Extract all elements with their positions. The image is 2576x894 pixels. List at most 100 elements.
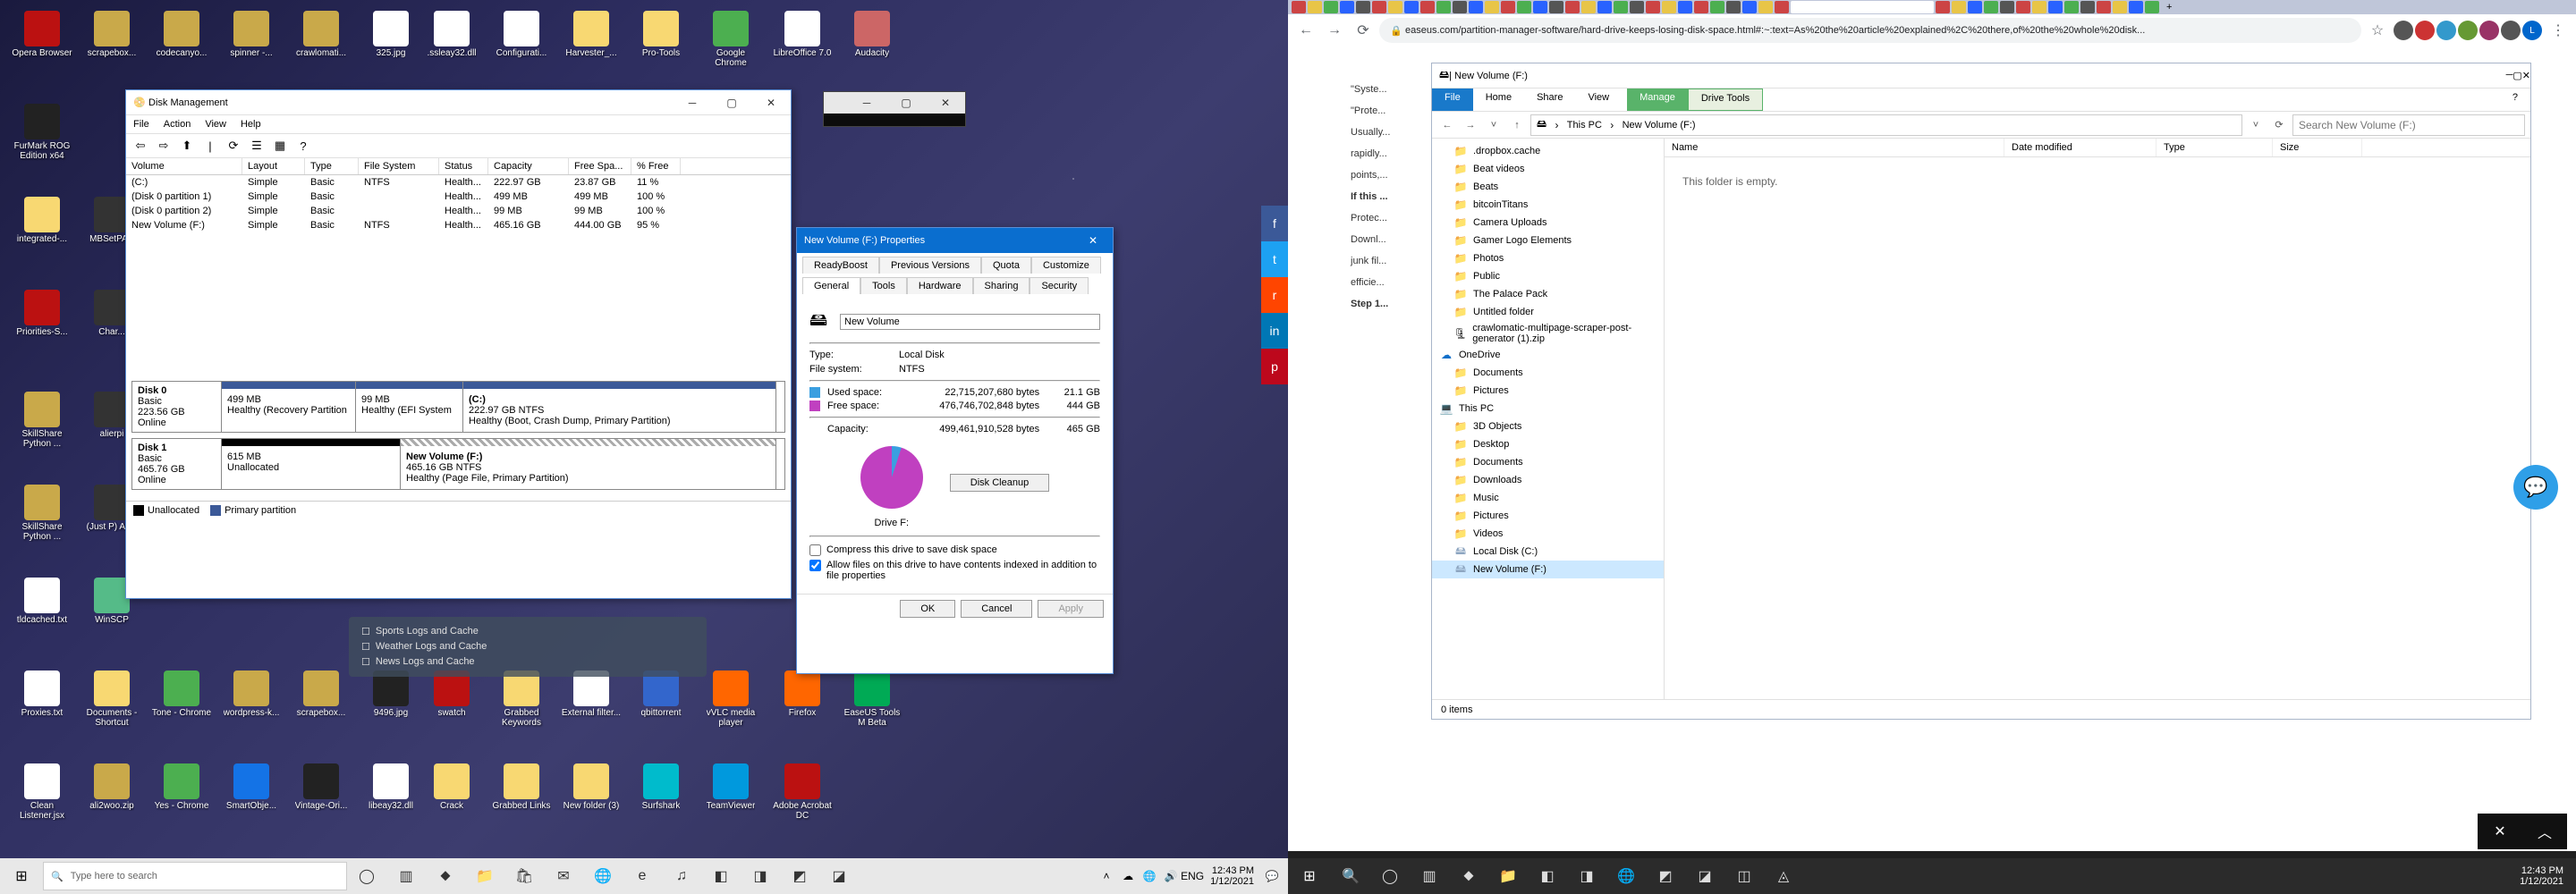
dm-col-header[interactable]: Capacity xyxy=(488,158,569,174)
nav-item[interactable]: ☁OneDrive xyxy=(1432,346,1664,364)
disk1-row[interactable]: Disk 1 Basic 465.76 GB Online 615 MBUnal… xyxy=(131,438,785,490)
chrome-tab[interactable] xyxy=(1758,1,1773,13)
dm-tool-up[interactable]: ⬆ xyxy=(176,136,198,156)
desktop-icon[interactable]: EaseUS Tools M Beta xyxy=(841,670,903,728)
desktop-icon[interactable]: Harvester_... xyxy=(560,11,623,58)
nav-item[interactable]: 🗜crawlomatic-multipage-scraper-post-gene… xyxy=(1432,321,1664,346)
nav-item[interactable]: 📁Pictures xyxy=(1432,507,1664,525)
prop-tab[interactable]: Quota xyxy=(981,257,1031,274)
col-name[interactable]: Name xyxy=(1665,139,2004,156)
desktop-icon[interactable]: Surfshark xyxy=(630,763,692,811)
tb-app4[interactable]: ◪ xyxy=(819,858,859,894)
prop-tab[interactable]: General xyxy=(802,277,860,294)
desktop-icon[interactable]: Priorities-S... xyxy=(11,290,73,337)
bgwin-max[interactable]: ▢ xyxy=(886,90,926,115)
nav-item[interactable]: 📁Desktop xyxy=(1432,435,1664,453)
chrome-tab[interactable] xyxy=(1436,1,1451,13)
dm-col-header[interactable]: Status xyxy=(439,158,488,174)
tray-clock-r[interactable]: 12:43 PM1/12/2021 xyxy=(2512,865,2571,887)
partition[interactable]: 615 MBUnallocated xyxy=(222,439,401,489)
volume-name-input[interactable] xyxy=(840,314,1100,330)
nav-reload[interactable]: ⟳ xyxy=(1351,18,1376,43)
task-view[interactable]: ▥ xyxy=(386,858,426,894)
tb-app2[interactable]: ◨ xyxy=(741,858,780,894)
nav-item[interactable]: 📁Videos xyxy=(1432,525,1664,543)
breadcrumb[interactable]: 🖴 › This PC › New Volume (F:) xyxy=(1530,114,2242,136)
nav-back[interactable]: ← xyxy=(1293,18,1318,43)
ext-5[interactable] xyxy=(2479,21,2499,40)
share-reddit[interactable]: r xyxy=(1261,277,1288,313)
desktop-icon[interactable]: codecanyo... xyxy=(150,11,213,58)
dm-tool-list[interactable]: ☰ xyxy=(246,136,267,156)
dm-tool-refresh[interactable]: ⟳ xyxy=(223,136,244,156)
article-option-2[interactable]: ☐Weather Logs and Cache xyxy=(361,641,694,653)
ribbon-file[interactable]: File xyxy=(1432,89,1473,111)
chrome-tab[interactable] xyxy=(1775,1,1789,13)
chrome-tab[interactable] xyxy=(2000,1,2014,13)
volume-row[interactable]: (Disk 0 partition 1)SimpleBasicHealth...… xyxy=(126,190,791,204)
exp-max[interactable]: ▢ xyxy=(2512,70,2521,81)
nav-item[interactable]: 📁Photos xyxy=(1432,249,1664,267)
chrome-menu[interactable]: ⋮ xyxy=(2546,18,2571,43)
desktop-icon[interactable]: External filter... xyxy=(560,670,623,718)
tb-office-r[interactable]: ⬥ xyxy=(1449,858,1488,894)
chrome-tab[interactable] xyxy=(2064,1,2079,13)
desktop-icon[interactable]: Crack xyxy=(420,763,483,811)
prop-close[interactable]: ✕ xyxy=(1073,228,1113,253)
navigation-pane[interactable]: 📁.dropbox.cache📁Beat videos📁Beats📁bitcoi… xyxy=(1432,139,1665,699)
dm-minimize[interactable]: ─ xyxy=(673,90,712,115)
exp-close[interactable]: ✕ xyxy=(2522,70,2530,81)
desktop-icon[interactable]: spinner -... xyxy=(220,11,283,58)
nav-item[interactable]: 📁Public xyxy=(1432,267,1664,285)
chrome-tab[interactable] xyxy=(1501,1,1515,13)
explorer-titlebar[interactable]: 🖴 | New Volume (F:) ─ ▢ ✕ xyxy=(1432,63,2530,89)
desktop-icon[interactable]: swatch xyxy=(420,670,483,718)
col-date[interactable]: Date modified xyxy=(2004,139,2157,156)
chrome-tab[interactable] xyxy=(1292,1,1306,13)
desktop-icon[interactable]: qbittorrent xyxy=(630,670,692,718)
prop-tab[interactable]: Customize xyxy=(1031,257,1101,274)
dm-close[interactable]: ✕ xyxy=(751,90,791,115)
chrome-tab[interactable] xyxy=(1597,1,1612,13)
desktop-icon[interactable]: FurMark ROG Edition x64 xyxy=(11,104,73,161)
nav-item[interactable]: 📁Pictures xyxy=(1432,382,1664,400)
chrome-tab[interactable] xyxy=(1485,1,1499,13)
nav-item[interactable]: 📁3D Objects xyxy=(1432,417,1664,435)
col-size[interactable]: Size xyxy=(2273,139,2362,156)
chrome-tab[interactable] xyxy=(1581,1,1596,13)
tray-clock[interactable]: 12:43 PM1/12/2021 xyxy=(1203,865,1261,887)
desktop-icon[interactable]: Tone - Chrome xyxy=(150,670,213,718)
chrome-tab[interactable] xyxy=(1614,1,1628,13)
ribbon-drivetools[interactable]: Drive Tools xyxy=(1688,89,1763,111)
nav-item[interactable]: 📁Beat videos xyxy=(1432,160,1664,178)
volume-row[interactable]: (Disk 0 partition 2)SimpleBasicHealth...… xyxy=(126,204,791,218)
ribbon-manage[interactable]: Manage xyxy=(1627,89,1688,111)
desktop-icon[interactable]: 325.jpg xyxy=(360,11,422,58)
tray-vol[interactable]: 🔊 xyxy=(1160,858,1182,894)
dm-col-header[interactable]: Type xyxy=(305,158,359,174)
tb-chrome-r[interactable]: 🌐 xyxy=(1606,858,1646,894)
tray-net[interactable]: 🌐 xyxy=(1139,858,1160,894)
article-option-3[interactable]: ☐News Logs and Cache xyxy=(361,656,694,668)
dm-tool-prop[interactable]: ▦ xyxy=(269,136,291,156)
desktop-icon[interactable]: Proxies.txt xyxy=(11,670,73,718)
dm-col-header[interactable]: Layout xyxy=(242,158,305,174)
chrome-tab[interactable] xyxy=(1420,1,1435,13)
share-facebook[interactable]: f xyxy=(1261,206,1288,241)
chrome-tab[interactable] xyxy=(1678,1,1692,13)
nav-item[interactable]: 📁The Palace Pack xyxy=(1432,285,1664,303)
disk-cleanup-button[interactable]: Disk Cleanup xyxy=(950,474,1049,492)
chat-fab[interactable]: 💬 xyxy=(2513,465,2558,510)
dm-titlebar[interactable]: 📀 Disk Management ─ ▢ ✕ xyxy=(126,90,791,115)
start-button[interactable]: ⊞ xyxy=(0,858,43,894)
tray-more[interactable]: ˄ xyxy=(1096,858,1117,894)
dm-menu-file[interactable]: File xyxy=(133,119,149,130)
ext-4[interactable] xyxy=(2458,21,2478,40)
partition[interactable]: (C:)222.97 GB NTFSHealthy (Boot, Crash D… xyxy=(463,382,776,432)
desktop-icon[interactable]: Configurati... xyxy=(490,11,553,58)
volume-row[interactable]: New Volume (F:)SimpleBasicNTFSHealth...4… xyxy=(126,218,791,232)
chrome-tab[interactable] xyxy=(1404,1,1419,13)
chrome-tab[interactable] xyxy=(2032,1,2046,13)
crumb-volume[interactable]: New Volume (F:) xyxy=(1623,120,1696,131)
desktop-icon[interactable]: crawlomati... xyxy=(290,11,352,58)
